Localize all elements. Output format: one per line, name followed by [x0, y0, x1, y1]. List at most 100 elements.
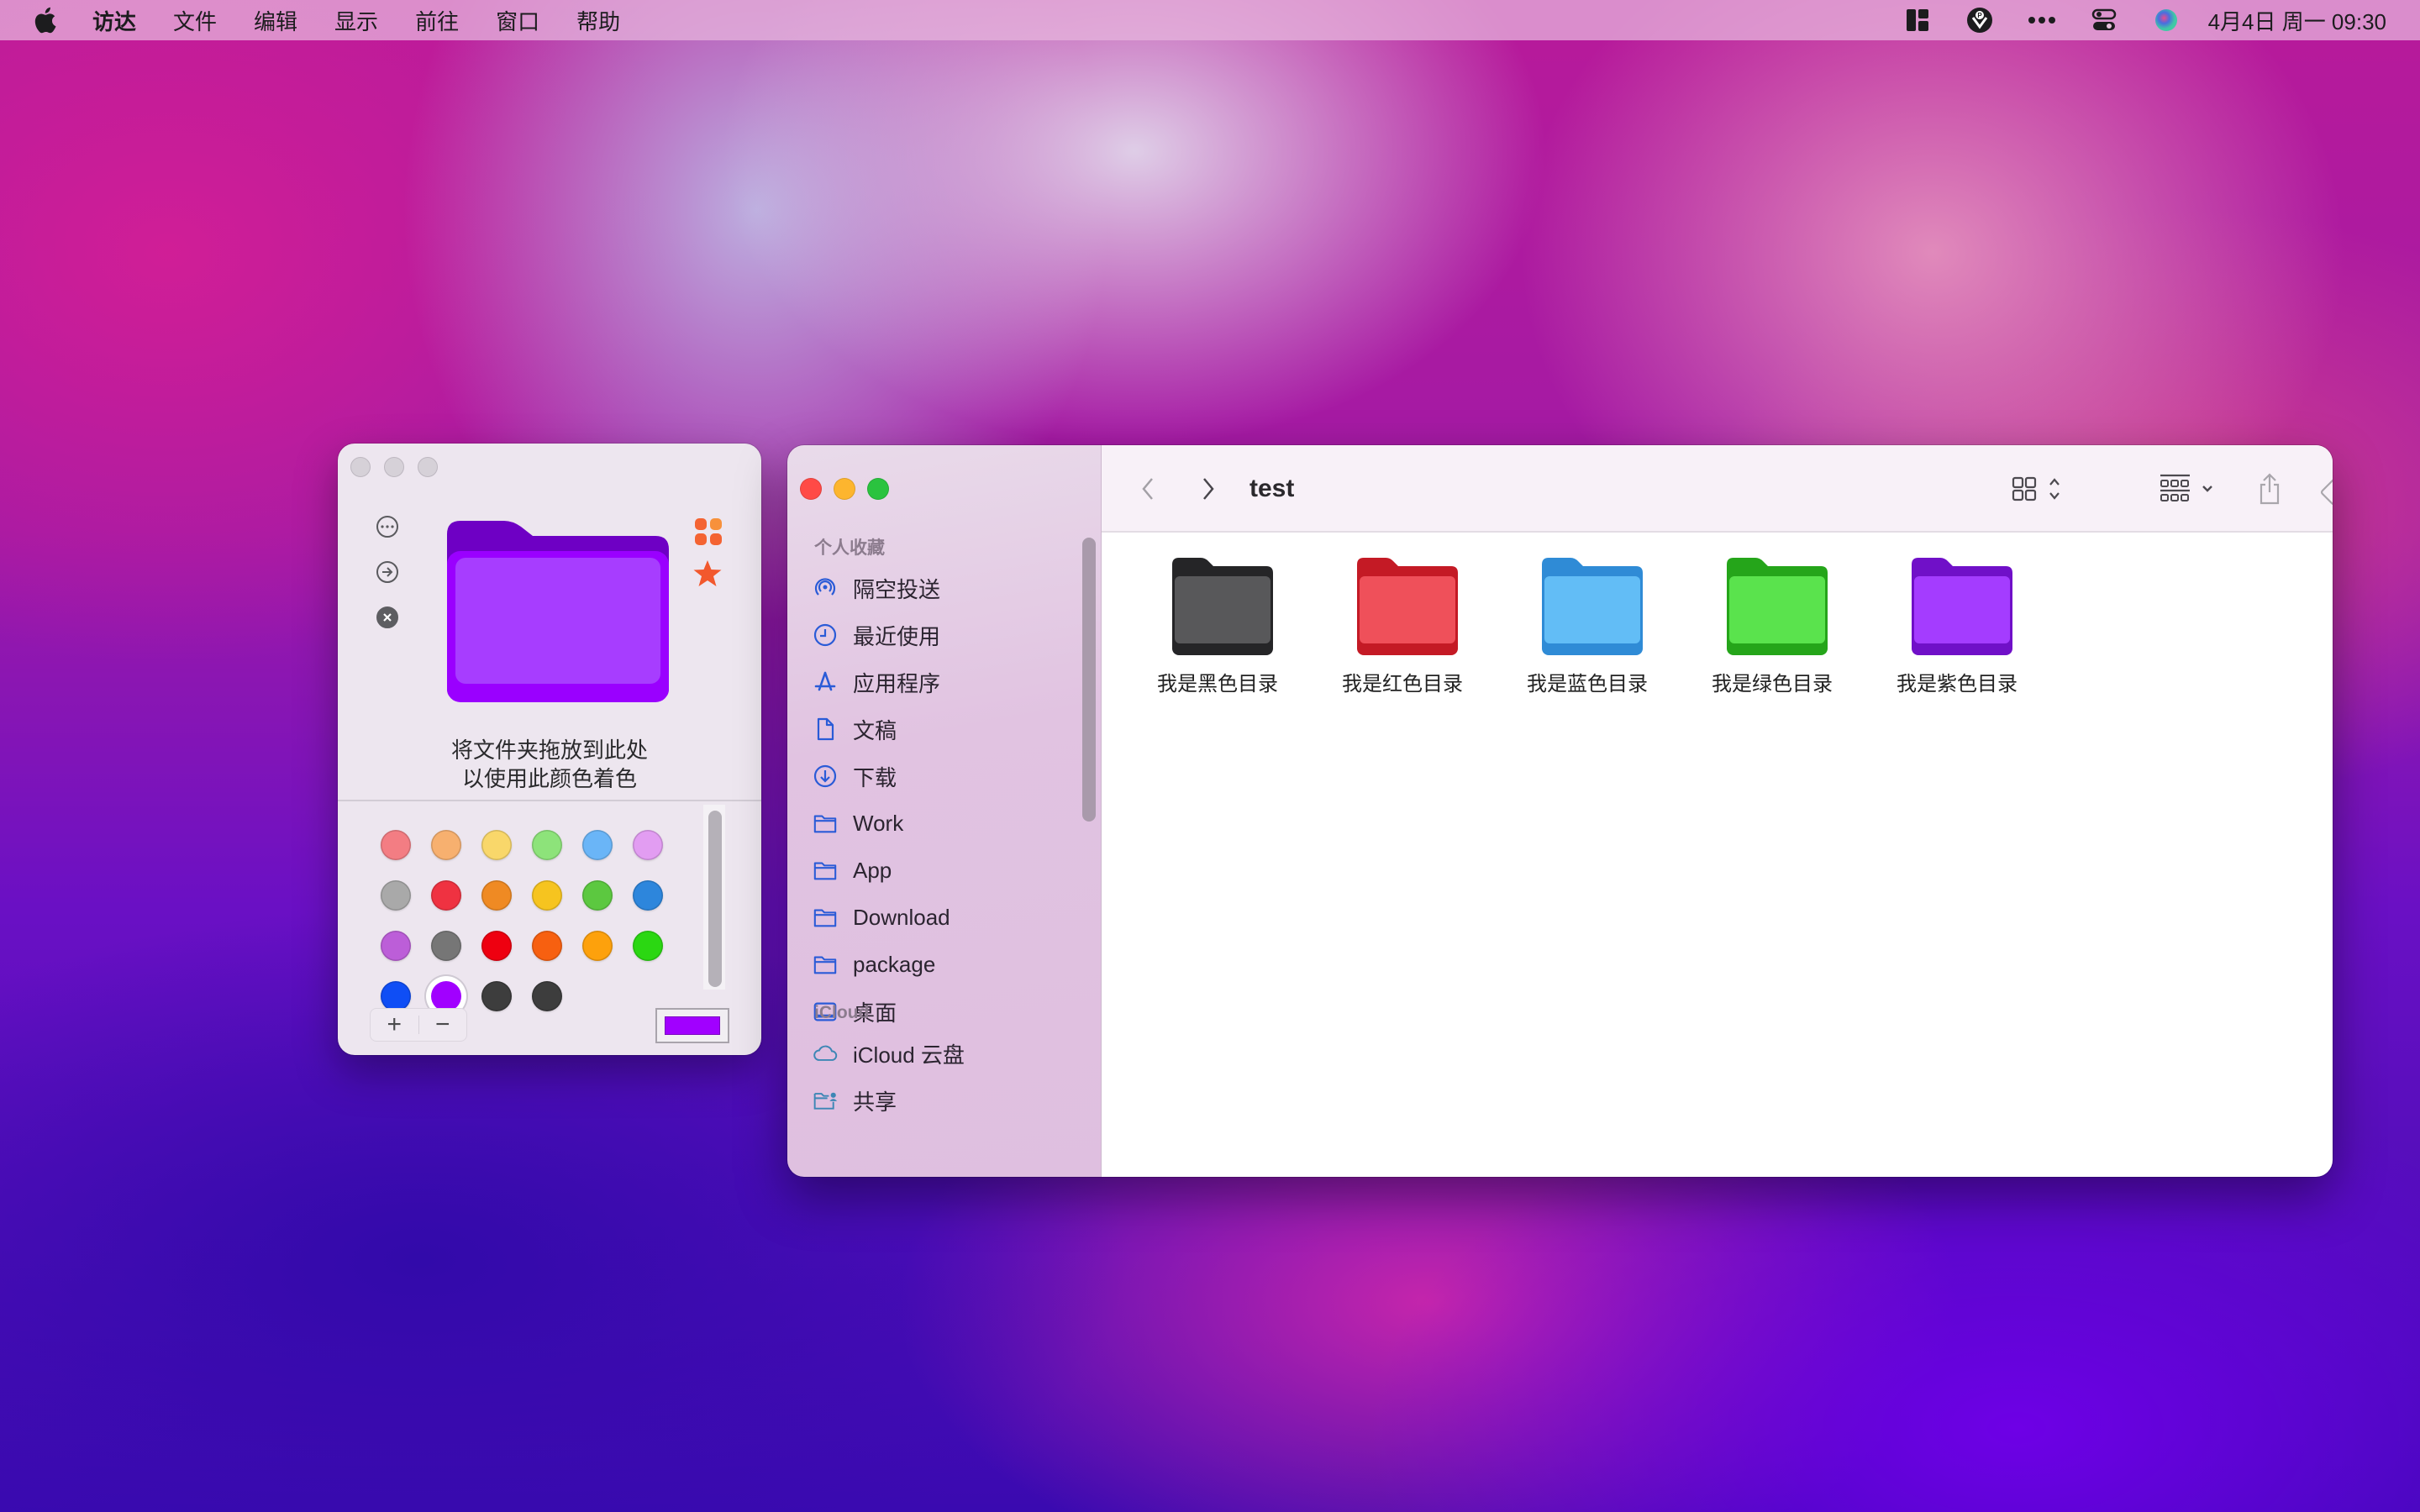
color-swatch[interactable] [431, 981, 461, 1011]
color-swatch[interactable] [381, 880, 411, 911]
color-swatch[interactable] [633, 931, 663, 961]
sidebar-item-label: 最近使用 [853, 623, 941, 649]
menu-file[interactable]: 文件 [173, 5, 217, 36]
color-swatch[interactable] [431, 830, 461, 860]
favorites-section-title: 个人收藏 [814, 538, 885, 558]
cloud-icon [813, 1041, 838, 1066]
color-swatch[interactable] [582, 880, 613, 911]
color-swatch[interactable] [532, 981, 562, 1011]
arrow-right-icon[interactable] [376, 561, 398, 583]
window-title: test [1249, 475, 1295, 502]
sidebar-item-favorite[interactable]: 最近使用 [813, 617, 940, 654]
menu-view[interactable]: 显示 [334, 5, 378, 36]
document-icon [813, 717, 838, 742]
menubar-clock[interactable]: 4月4日 周一 09:30 [2208, 5, 2386, 36]
sidebar-item-favorite[interactable]: Work [813, 805, 903, 842]
color-swatch[interactable] [532, 830, 562, 860]
close-button[interactable] [800, 478, 822, 500]
folder-icon [813, 811, 838, 836]
sidebar-item-label: App [853, 857, 892, 883]
folder-preview[interactable] [447, 521, 669, 707]
icon-view-icon[interactable] [2009, 470, 2068, 507]
folder-item[interactable]: 我是黑色目录 [1134, 556, 1302, 699]
remove-color-button[interactable]: − [419, 1009, 467, 1041]
color-swatch[interactable] [633, 880, 663, 911]
color-swatch[interactable] [431, 931, 461, 961]
finder-content: test 我是黑色目录 我是红色目录 我是蓝色目录 我是绿色目录 我是紫色目录 [1102, 445, 2333, 1177]
folder-name: 我是红色目录 [1342, 673, 1463, 696]
folder-icon [1172, 558, 1273, 655]
minimize-button[interactable] [834, 478, 855, 500]
more-icon[interactable] [2025, 3, 2059, 37]
folder-item[interactable]: 我是蓝色目录 [1503, 556, 1671, 699]
folder-colorizer-window: 将文件夹拖放到此处 以使用此颜色着色 + − [338, 444, 761, 1055]
color-swatch[interactable] [481, 880, 512, 911]
airdrop-icon [813, 575, 838, 601]
add-remove-control: + − [370, 1008, 467, 1042]
applications-icon [813, 669, 838, 695]
zoom-button[interactable] [867, 478, 889, 500]
color-swatch[interactable] [481, 931, 512, 961]
folder-name: 我是黑色目录 [1157, 673, 1278, 696]
tag-icon[interactable] [2318, 470, 2333, 507]
folder-icon [1542, 558, 1643, 655]
sidebar-item-favorite[interactable]: 文稿 [813, 711, 897, 748]
clock-icon [813, 622, 838, 648]
sidebar-item-label: 共享 [853, 1089, 897, 1115]
apple-menu-icon[interactable] [32, 6, 57, 34]
color-swatch[interactable] [481, 830, 512, 860]
folder-name: 我是紫色目录 [1897, 673, 2018, 696]
color-swatch[interactable] [381, 981, 411, 1011]
group-icon[interactable] [2156, 470, 2223, 507]
close-button[interactable] [350, 457, 371, 477]
window-layout-icon[interactable] [1901, 3, 1934, 37]
more-icon[interactable] [376, 516, 398, 538]
color-swatch[interactable] [381, 830, 411, 860]
sidebar-item-favorite[interactable]: 应用程序 [813, 664, 940, 701]
sidebar-item-label: Download [853, 904, 950, 930]
forward-icon[interactable] [1196, 470, 1221, 507]
sidebar-item-favorite[interactable]: App [813, 852, 892, 889]
control-center-icon[interactable] [2087, 3, 2121, 37]
star-icon[interactable] [692, 559, 723, 592]
zoom-button[interactable] [418, 457, 438, 477]
minimize-button[interactable] [384, 457, 404, 477]
sidebar-scrollbar[interactable] [1082, 538, 1096, 822]
color-swatch[interactable] [582, 830, 613, 860]
close-icon[interactable] [376, 606, 398, 628]
folder-item[interactable]: 我是紫色目录 [1873, 556, 2041, 699]
drop-hint-line1: 将文件夹拖放到此处 [450, 738, 648, 763]
color-swatch[interactable] [431, 880, 461, 911]
color-swatch[interactable] [532, 880, 562, 911]
menu-window[interactable]: 窗口 [496, 5, 539, 36]
color-swatch[interactable] [481, 981, 512, 1011]
color-swatch[interactable] [633, 830, 663, 860]
sidebar-item-favorite[interactable]: 隔空投送 [813, 570, 940, 606]
icloud-section-title: iCloud [814, 1003, 870, 1022]
svg-text:P: P [1977, 12, 1982, 19]
siri-icon[interactable] [2149, 3, 2183, 37]
sidebar-item-icloud[interactable]: 共享 [813, 1082, 897, 1119]
sidebar-item-favorite[interactable]: Download [813, 899, 950, 936]
folder-item[interactable]: 我是红色目录 [1318, 556, 1486, 699]
menu-finder[interactable]: 访达 [92, 5, 136, 36]
share-icon[interactable] [2253, 470, 2286, 507]
sidebar-item-favorite[interactable]: 下载 [813, 758, 897, 795]
apps-grid-icon[interactable] [694, 517, 723, 550]
sidebar-item-icloud[interactable]: iCloud 云盘 [813, 1035, 965, 1072]
menu-edit[interactable]: 编辑 [254, 5, 297, 36]
menu-go[interactable]: 前往 [415, 5, 459, 36]
palette-scrollbar[interactable] [708, 811, 722, 987]
menu-help[interactable]: 帮助 [576, 5, 620, 36]
color-well-fill [665, 1016, 720, 1035]
folder-item[interactable]: 我是绿色目录 [1688, 556, 1856, 699]
back-icon[interactable] [1135, 470, 1160, 507]
color-swatch[interactable] [381, 931, 411, 961]
sidebar-item-label: 文稿 [853, 717, 897, 743]
producthunt-icon[interactable]: P [1963, 3, 1996, 37]
add-color-button[interactable]: + [371, 1009, 418, 1041]
color-swatch[interactable] [532, 931, 562, 961]
color-swatch[interactable] [582, 931, 613, 961]
sidebar-item-favorite[interactable]: package [813, 946, 935, 983]
color-well[interactable] [655, 1008, 729, 1043]
